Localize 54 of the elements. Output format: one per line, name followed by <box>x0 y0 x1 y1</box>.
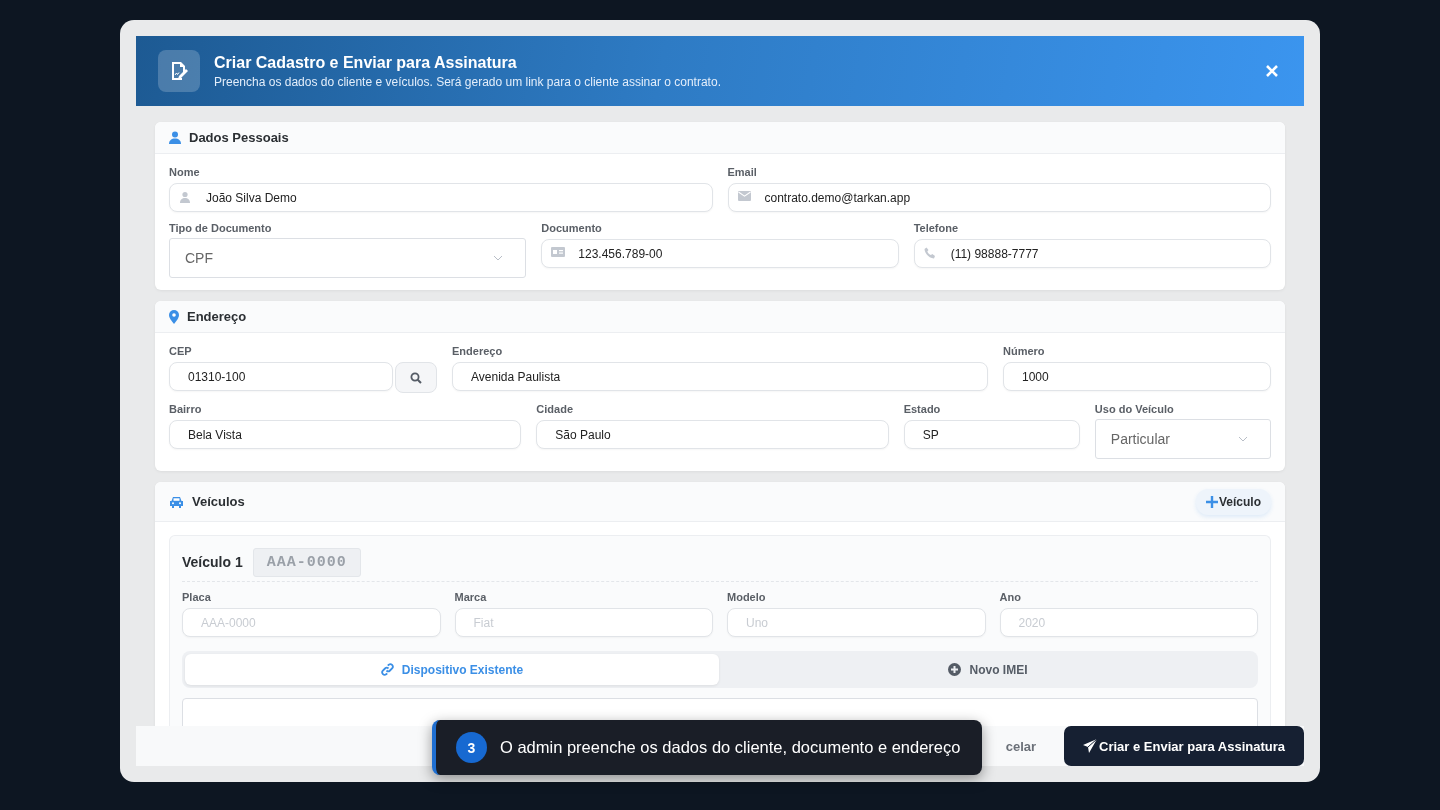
submit-button[interactable]: Criar e Enviar para Assinatura <box>1064 726 1304 766</box>
text-field[interactable]: 1000 <box>1003 362 1271 391</box>
field-label: Documento <box>541 222 603 234</box>
dialog-title: Criar Cadastro e Enviar para Assinatura <box>214 53 518 72</box>
text-field[interactable]: 01310-100 <box>169 362 393 391</box>
field-label: Número <box>1003 345 1046 357</box>
plus-icon <box>1205 495 1218 508</box>
user-icon <box>169 131 181 144</box>
search-button[interactable] <box>395 362 437 393</box>
field-label: CEP <box>169 345 193 357</box>
text-field[interactable]: 123.456.789-00 <box>541 239 899 268</box>
search-icon <box>410 371 422 384</box>
field-label: Estado <box>903 403 942 415</box>
text-field[interactable]: João Silva Demo <box>169 183 713 212</box>
device-tab[interactable]: Novo IMEI <box>721 654 1255 685</box>
text-field[interactable]: Bela Vista <box>169 420 522 449</box>
field-label: Modelo <box>727 591 767 603</box>
link-icon <box>380 663 394 676</box>
section-title: Veículos <box>192 494 245 509</box>
car-icon <box>169 495 184 508</box>
text-field[interactable]: contrato.demo@tarkan.app <box>727 183 1271 212</box>
field-label: Nome <box>169 166 201 178</box>
text-field[interactable]: Avenida Paulista <box>452 362 988 391</box>
field-label: Bairro <box>169 403 203 415</box>
dialog-subtitle: Preencha os dados do cliente e veículos. Será gerado um link para o cliente assinar o contrato. <box>214 74 722 89</box>
plus-circle-icon <box>948 663 962 676</box>
close-icon <box>1266 65 1278 77</box>
dropdown[interactable]: Particular <box>1094 419 1271 459</box>
plate-badge: AAA-0000 <box>252 547 361 577</box>
field-label: Ano <box>999 591 1022 603</box>
field-label: Placa <box>182 591 212 603</box>
tooltip-text: O admin preenche os dados do cliente, documento e endereço <box>500 738 961 757</box>
field-label: Uso do Veículo <box>1094 403 1175 415</box>
field-label: Endereço <box>452 345 504 357</box>
signature-icon <box>158 50 200 92</box>
field-label: Telefone <box>913 222 960 234</box>
field-label: Email <box>727 166 758 178</box>
text-field[interactable]: (11) 98888-7777 <box>913 239 1271 268</box>
field-label: Marca <box>454 591 488 603</box>
section-title: Endereço <box>187 309 247 324</box>
text-field[interactable]: São Paulo <box>536 420 889 449</box>
chevron-icon <box>493 255 504 261</box>
field-label: Cidade <box>536 403 574 415</box>
map-pin-icon <box>169 309 179 324</box>
field-label: Tipo de Documento <box>169 222 273 234</box>
section-title: Dados Pessoais <box>189 130 289 145</box>
dropdown[interactable]: CPF <box>169 238 527 278</box>
chevron-icon <box>1238 436 1248 442</box>
text-field[interactable]: SP <box>903 420 1080 449</box>
vehicle-title: Veículo 1 <box>182 554 243 570</box>
add-vehicle-button[interactable]: Veículo <box>1195 488 1271 515</box>
send-icon <box>1083 739 1098 753</box>
cancel-button[interactable]: celar <box>1001 738 1037 754</box>
step-badge: 3 <box>456 732 487 763</box>
